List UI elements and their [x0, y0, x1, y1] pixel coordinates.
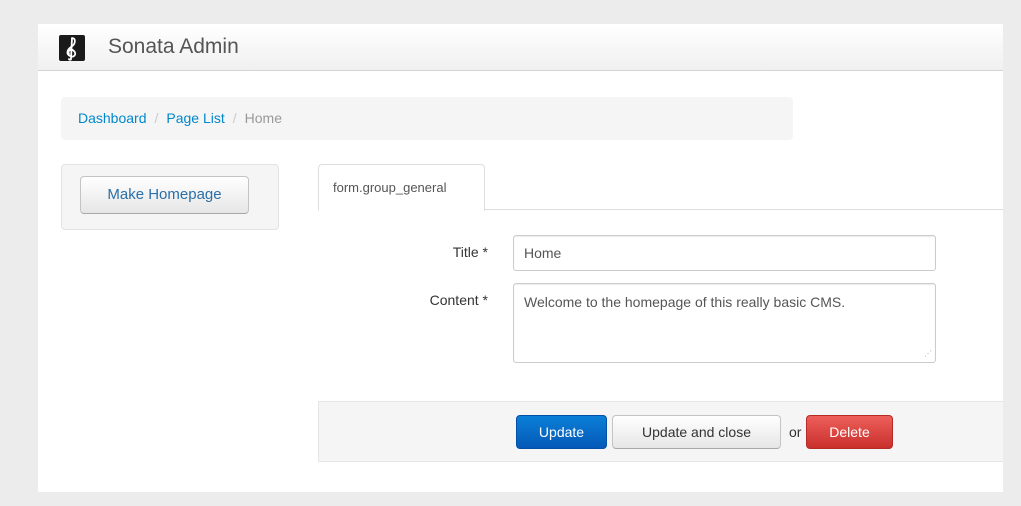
- breadcrumb-separator: /: [232, 110, 237, 126]
- breadcrumb-dashboard[interactable]: Dashboard: [78, 110, 147, 126]
- breadcrumb-current: Home: [244, 110, 283, 126]
- content-textarea[interactable]: Welcome to the homepage of this really b…: [513, 283, 936, 363]
- brand-name[interactable]: Sonata Admin: [108, 33, 239, 61]
- breadcrumb-page-list[interactable]: Page List: [166, 110, 224, 126]
- content-label: Content *: [429, 292, 488, 308]
- update-and-close-button[interactable]: Update and close: [612, 415, 781, 449]
- page-container: Sonata Admin Dashboard / Page List / Home Ma…: [38, 24, 1003, 492]
- or-text: or: [789, 424, 802, 440]
- tab-general[interactable]: form.group_general: [318, 164, 485, 211]
- delete-button[interactable]: Delete: [806, 415, 893, 449]
- treble-clef-icon[interactable]: [59, 35, 85, 61]
- form-actions: Update Update and close or Delete: [318, 401, 1003, 462]
- sidebar-actions: Make Homepage: [61, 164, 279, 230]
- title-input[interactable]: Home: [513, 235, 936, 271]
- tab-bar: form.group_general: [318, 164, 1003, 211]
- content-text: Welcome to the homepage of this really b…: [524, 294, 846, 310]
- breadcrumb: Dashboard / Page List / Home: [61, 97, 793, 140]
- update-button[interactable]: Update: [516, 415, 607, 449]
- top-navbar: Sonata Admin: [38, 24, 1003, 71]
- title-label: Title *: [452, 244, 488, 260]
- make-homepage-button[interactable]: Make Homepage: [80, 176, 249, 214]
- breadcrumb-separator: /: [154, 110, 159, 126]
- resize-grip-icon[interactable]: ⋰: [922, 349, 932, 359]
